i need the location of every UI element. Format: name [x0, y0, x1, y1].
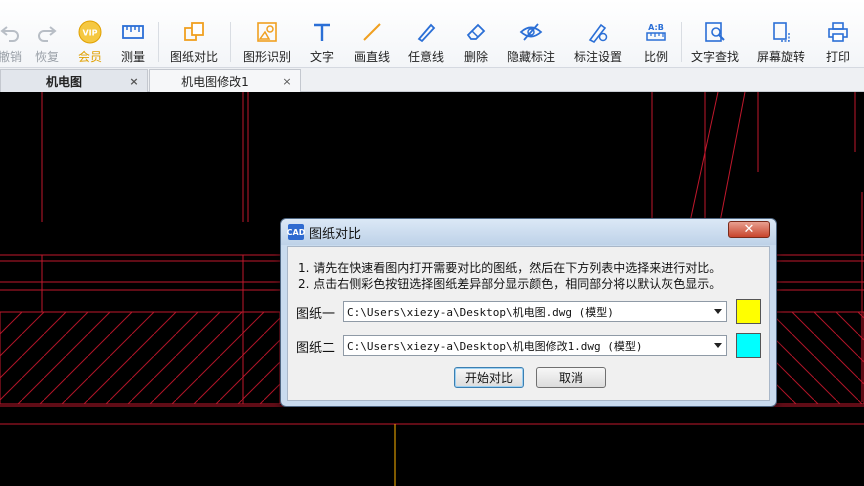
print-icon	[828, 22, 848, 42]
dialog-body: 1. 请先在快速看图内打开需要对比的图纸，然后在下方列表中选择来进行对比。 2.…	[287, 246, 770, 401]
drawing2-select[interactable]: C:\Users\xiezy-a\Desktop\机电图修改1.dwg (模型)	[343, 335, 727, 356]
chevron-down-icon[interactable]	[714, 343, 722, 348]
chevron-down-icon[interactable]	[714, 309, 722, 314]
screen-rotate-icon	[773, 22, 790, 42]
text-search-icon	[705, 22, 725, 42]
measure-icon	[122, 25, 144, 39]
tab-jidiantu[interactable]: 机电图 ×	[0, 69, 148, 92]
annotation-settings-button[interactable]: 标注设置	[572, 20, 624, 66]
vip-button[interactable]: VIP 会员	[74, 20, 106, 66]
redo-icon	[38, 26, 57, 42]
shape-recognition-icon	[257, 22, 277, 42]
start-compare-button[interactable]: 开始对比	[454, 367, 524, 388]
freehand-line-icon	[417, 23, 436, 43]
drawing1-label: 图纸一	[296, 307, 336, 322]
drawing2-value: C:\Users\xiezy-a\Desktop\机电图修改1.dwg (模型)	[347, 339, 643, 353]
dialog-close-button[interactable]: ✕	[728, 221, 770, 238]
scale-icon: A:B	[646, 23, 666, 41]
toolbar: 撤销 恢复 VIP 会员 测量 图纸对比 图形识别 文字 画直线 任意线 删除 …	[0, 0, 864, 68]
drawing2-label: 图纸二	[296, 341, 336, 356]
redo-button[interactable]: 恢复	[30, 20, 64, 66]
svg-text:A:B: A:B	[648, 23, 664, 32]
freehand-line-button[interactable]: 任意线	[406, 20, 446, 66]
toolbar-separator	[158, 22, 159, 62]
dialog-title: 图纸对比	[309, 226, 362, 242]
svg-text:VIP: VIP	[82, 29, 97, 38]
close-icon[interactable]: ×	[280, 75, 294, 88]
measure-button[interactable]: 测量	[117, 20, 149, 66]
annotation-settings-icon	[588, 23, 608, 44]
draw-line-button[interactable]: 画直线	[352, 20, 392, 66]
delete-button[interactable]: 删除	[460, 20, 492, 66]
print-button[interactable]: 打印	[822, 20, 854, 66]
drawing1-value: C:\Users\xiezy-a\Desktop\机电图.dwg (模型)	[347, 305, 614, 319]
compare-drawings-dialog: CAD 图纸对比 ✕ 1. 请先在快速看图内打开需要对比的图纸，然后在下方列表中…	[280, 218, 777, 407]
drawing2-color-button[interactable]	[736, 333, 761, 358]
undo-icon	[0, 26, 19, 42]
tab-jidiantu-xiugai1[interactable]: 机电图修改1 ×	[149, 69, 301, 92]
text-search-button[interactable]: 文字查找	[689, 20, 741, 66]
cancel-button[interactable]: 取消	[536, 367, 606, 388]
scale-button[interactable]: A:B 比例	[640, 20, 672, 66]
compare-drawings-button[interactable]: 图纸对比	[168, 20, 220, 66]
hide-annotation-icon	[519, 23, 543, 41]
toolbar-separator	[681, 22, 682, 62]
line-icon	[363, 23, 381, 41]
cad-app-icon: CAD	[287, 224, 305, 240]
screen-rotate-button[interactable]: 屏幕旋转	[755, 20, 807, 66]
eraser-icon	[466, 23, 486, 40]
vip-icon: VIP	[78, 20, 102, 44]
undo-button[interactable]: 撤销	[0, 20, 30, 66]
drawing1-select[interactable]: C:\Users\xiezy-a\Desktop\机电图.dwg (模型)	[343, 301, 727, 322]
drawing1-color-button[interactable]	[736, 299, 761, 324]
instruction-line-2: 2. 点击右侧彩色按钮选择图纸差异部分显示颜色，相同部分将以默认灰色显示。	[298, 277, 722, 291]
text-icon	[314, 23, 330, 41]
compare-drawings-icon	[184, 22, 204, 41]
text-button[interactable]: 文字	[306, 20, 338, 66]
instruction-line-1: 1. 请先在快速看图内打开需要对比的图纸，然后在下方列表中选择来进行对比。	[298, 261, 722, 275]
document-tab-bar: 机电图 × 机电图修改1 ×	[0, 68, 864, 92]
shape-recognition-button[interactable]: 图形识别	[241, 20, 293, 66]
toolbar-separator	[230, 22, 231, 62]
dialog-title-bar[interactable]: CAD 图纸对比 ✕	[281, 219, 776, 245]
hide-annotation-button[interactable]: 隐藏标注	[505, 20, 557, 66]
close-icon[interactable]: ×	[127, 75, 141, 88]
